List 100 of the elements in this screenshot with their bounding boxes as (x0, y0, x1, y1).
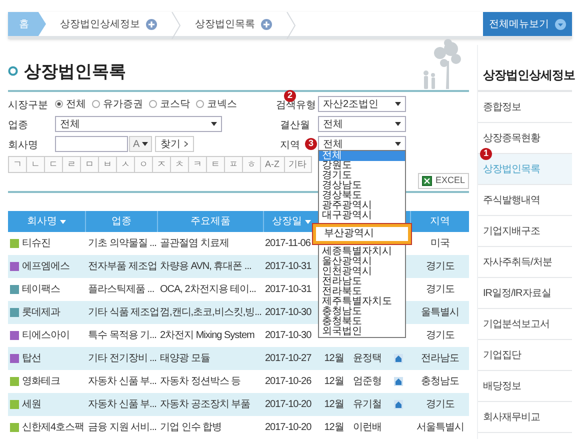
dropdown-option[interactable]: 광주광역시 (319, 201, 405, 211)
excel-button[interactable]: EXCEL (418, 173, 469, 189)
radio-button[interactable]: 전체 (55, 96, 86, 112)
index-button[interactable]: 기타 (284, 156, 312, 173)
dropdown-option[interactable]: 인천광역시 (319, 267, 405, 277)
home-icon[interactable] (394, 400, 403, 409)
index-button[interactable]: ㄷ (44, 156, 63, 173)
table-cell-text: 2017-10-31 (265, 260, 312, 274)
index-button[interactable]: ㄱ (8, 156, 27, 173)
index-button[interactable]: ㅂ (98, 156, 117, 173)
sidebar-item[interactable]: IR일정/IR자료실 (478, 278, 572, 309)
index-button[interactable]: A-Z (260, 156, 284, 173)
sidebar-item[interactable]: 기업분석보고서 (478, 309, 572, 340)
sidebar-item[interactable]: 기업집단 (478, 340, 572, 371)
company-name[interactable]: 티에스아이 (22, 328, 70, 343)
dropdown-option[interactable]: 충청남도 (319, 307, 405, 317)
table-cell-text: 기타 전기장비 ... (88, 352, 156, 366)
table-cell-text: 2017-10-20 (265, 398, 312, 412)
table-cell-text: 12월 (324, 352, 344, 366)
sidebar-item[interactable]: 자사주취득/처분 (478, 247, 572, 278)
dropdown-option[interactable]: 제주특별자치도 (319, 297, 405, 307)
caret-icon (211, 122, 217, 126)
table-cell-text: 금융 지원 서비... (88, 421, 156, 435)
dropdown-option[interactable]: 부산광역시 (313, 224, 411, 244)
radio-button[interactable]: 유가증권 (92, 96, 143, 112)
caret-icon (395, 102, 401, 106)
dropdown-option[interactable]: 경기도 (319, 171, 405, 181)
index-button[interactable]: ㅇ (134, 156, 153, 173)
index-button[interactable]: ㅁ (80, 156, 99, 173)
industry-select[interactable]: 전체 (55, 116, 222, 132)
company-name-input[interactable] (55, 136, 128, 152)
sidebar-item[interactable]: 주식발행내역 (478, 185, 572, 216)
sort-key-select[interactable]: A (129, 136, 152, 152)
company-name[interactable]: 신한제4호스팩 (22, 420, 84, 435)
sidebar-item[interactable]: 종합정보 (478, 92, 572, 123)
caret-icon (142, 142, 148, 146)
dropdown-option[interactable]: 경상북도 (319, 191, 405, 201)
radio-icon (55, 100, 63, 108)
index-button[interactable]: ㅌ (206, 156, 225, 173)
dropdown-option[interactable]: 외국법인 (319, 327, 405, 337)
table-cell-text: 엄준형 (352, 375, 382, 389)
plus-circle-icon (146, 18, 157, 30)
sidebar-item[interactable]: 배당정보 (478, 371, 572, 402)
dropdown-option[interactable]: 전라북도 (319, 287, 405, 297)
radio-button[interactable]: 코스닥 (149, 96, 190, 112)
table-cell-text: 특수 목적용 기... (88, 329, 156, 343)
company-name[interactable]: 롯데제과 (22, 305, 60, 320)
page-title: 상장법인목록 (24, 60, 126, 82)
radio-button[interactable]: 코넥스 (196, 96, 237, 112)
radio-icon (92, 100, 100, 108)
table-cell-text: 2017-10-26 (265, 375, 312, 389)
all-menu-button[interactable]: 전체메뉴보기 (483, 12, 572, 36)
table-cell-text: 경기도 (426, 329, 454, 343)
dropdown-option[interactable]: 세종특별자치시 (319, 247, 405, 257)
company-name[interactable]: 영화테크 (22, 374, 60, 389)
chevron-right-icon (184, 141, 188, 147)
circle-bullet-icon (8, 66, 18, 76)
index-button[interactable]: ㅅ (116, 156, 135, 173)
settlement-month-select[interactable]: 전체 (318, 116, 406, 132)
index-button[interactable]: ㄹ (62, 156, 81, 173)
number-badge: 2 (284, 90, 296, 102)
dropdown-option[interactable]: 울산광역시 (319, 257, 405, 267)
dropdown-option[interactable]: 충청북도 (319, 317, 405, 327)
table-cell-text: 골관절염 치료제 (160, 237, 229, 251)
table-cell-text: 전라남도 (421, 352, 459, 366)
index-button[interactable]: ㄴ (26, 156, 45, 173)
search-button[interactable]: 찾기 (154, 136, 194, 152)
dropdown-option[interactable]: 대구광역시 (319, 211, 405, 221)
field-label: 시장구분 (8, 100, 48, 111)
table-cell-text: 자동차 공조장치 부품 (160, 398, 250, 412)
dropdown-option[interactable]: 경상남도 (319, 181, 405, 191)
table-cell-text: 차량용 AVN, 휴대폰 ... (160, 260, 252, 274)
sidebar-item[interactable]: 기업지배구조 (478, 216, 572, 247)
index-button[interactable]: ㅈ (152, 156, 171, 173)
field-label: 검색유형 (276, 100, 316, 111)
company-name[interactable]: 에프엠에스 (22, 259, 70, 274)
field-label: 지역 (280, 140, 300, 151)
company-name[interactable]: 탑선 (22, 351, 41, 366)
company-name[interactable]: 티슈진 (22, 236, 50, 251)
sidebar-item[interactable]: 회사재무비교 (478, 402, 572, 433)
company-name[interactable]: 세원 (22, 397, 41, 412)
index-button[interactable]: ㅎ (242, 156, 261, 173)
breadcrumb-link[interactable]: 상장법인목록 (181, 12, 286, 36)
company-name[interactable]: 테이팩스 (22, 282, 60, 297)
table-cell-text: 경기도 (426, 398, 454, 412)
table-cell-text: 충청남도 (421, 375, 459, 389)
column-header: 지역 (430, 215, 450, 229)
caret-down-icon (305, 220, 311, 224)
home-icon[interactable] (394, 354, 403, 363)
search-type-select[interactable]: 자산2조법인 (318, 96, 406, 112)
breadcrumb-link[interactable]: 상장법인상세정보 (46, 12, 171, 36)
dropdown-option[interactable]: 전라남도 (319, 277, 405, 287)
index-button[interactable]: ㅊ (170, 156, 189, 173)
index-button[interactable]: ㅍ (224, 156, 243, 173)
field-label: 회사명 (8, 140, 38, 151)
table-cell-text: 자동차 신품 부... (88, 398, 156, 412)
index-button[interactable]: ㅋ (188, 156, 207, 173)
home-icon[interactable] (394, 377, 403, 386)
dropdown-option[interactable]: 강원도 (319, 161, 405, 171)
table-cell-text: 기타 식품 제조업 (88, 306, 160, 320)
